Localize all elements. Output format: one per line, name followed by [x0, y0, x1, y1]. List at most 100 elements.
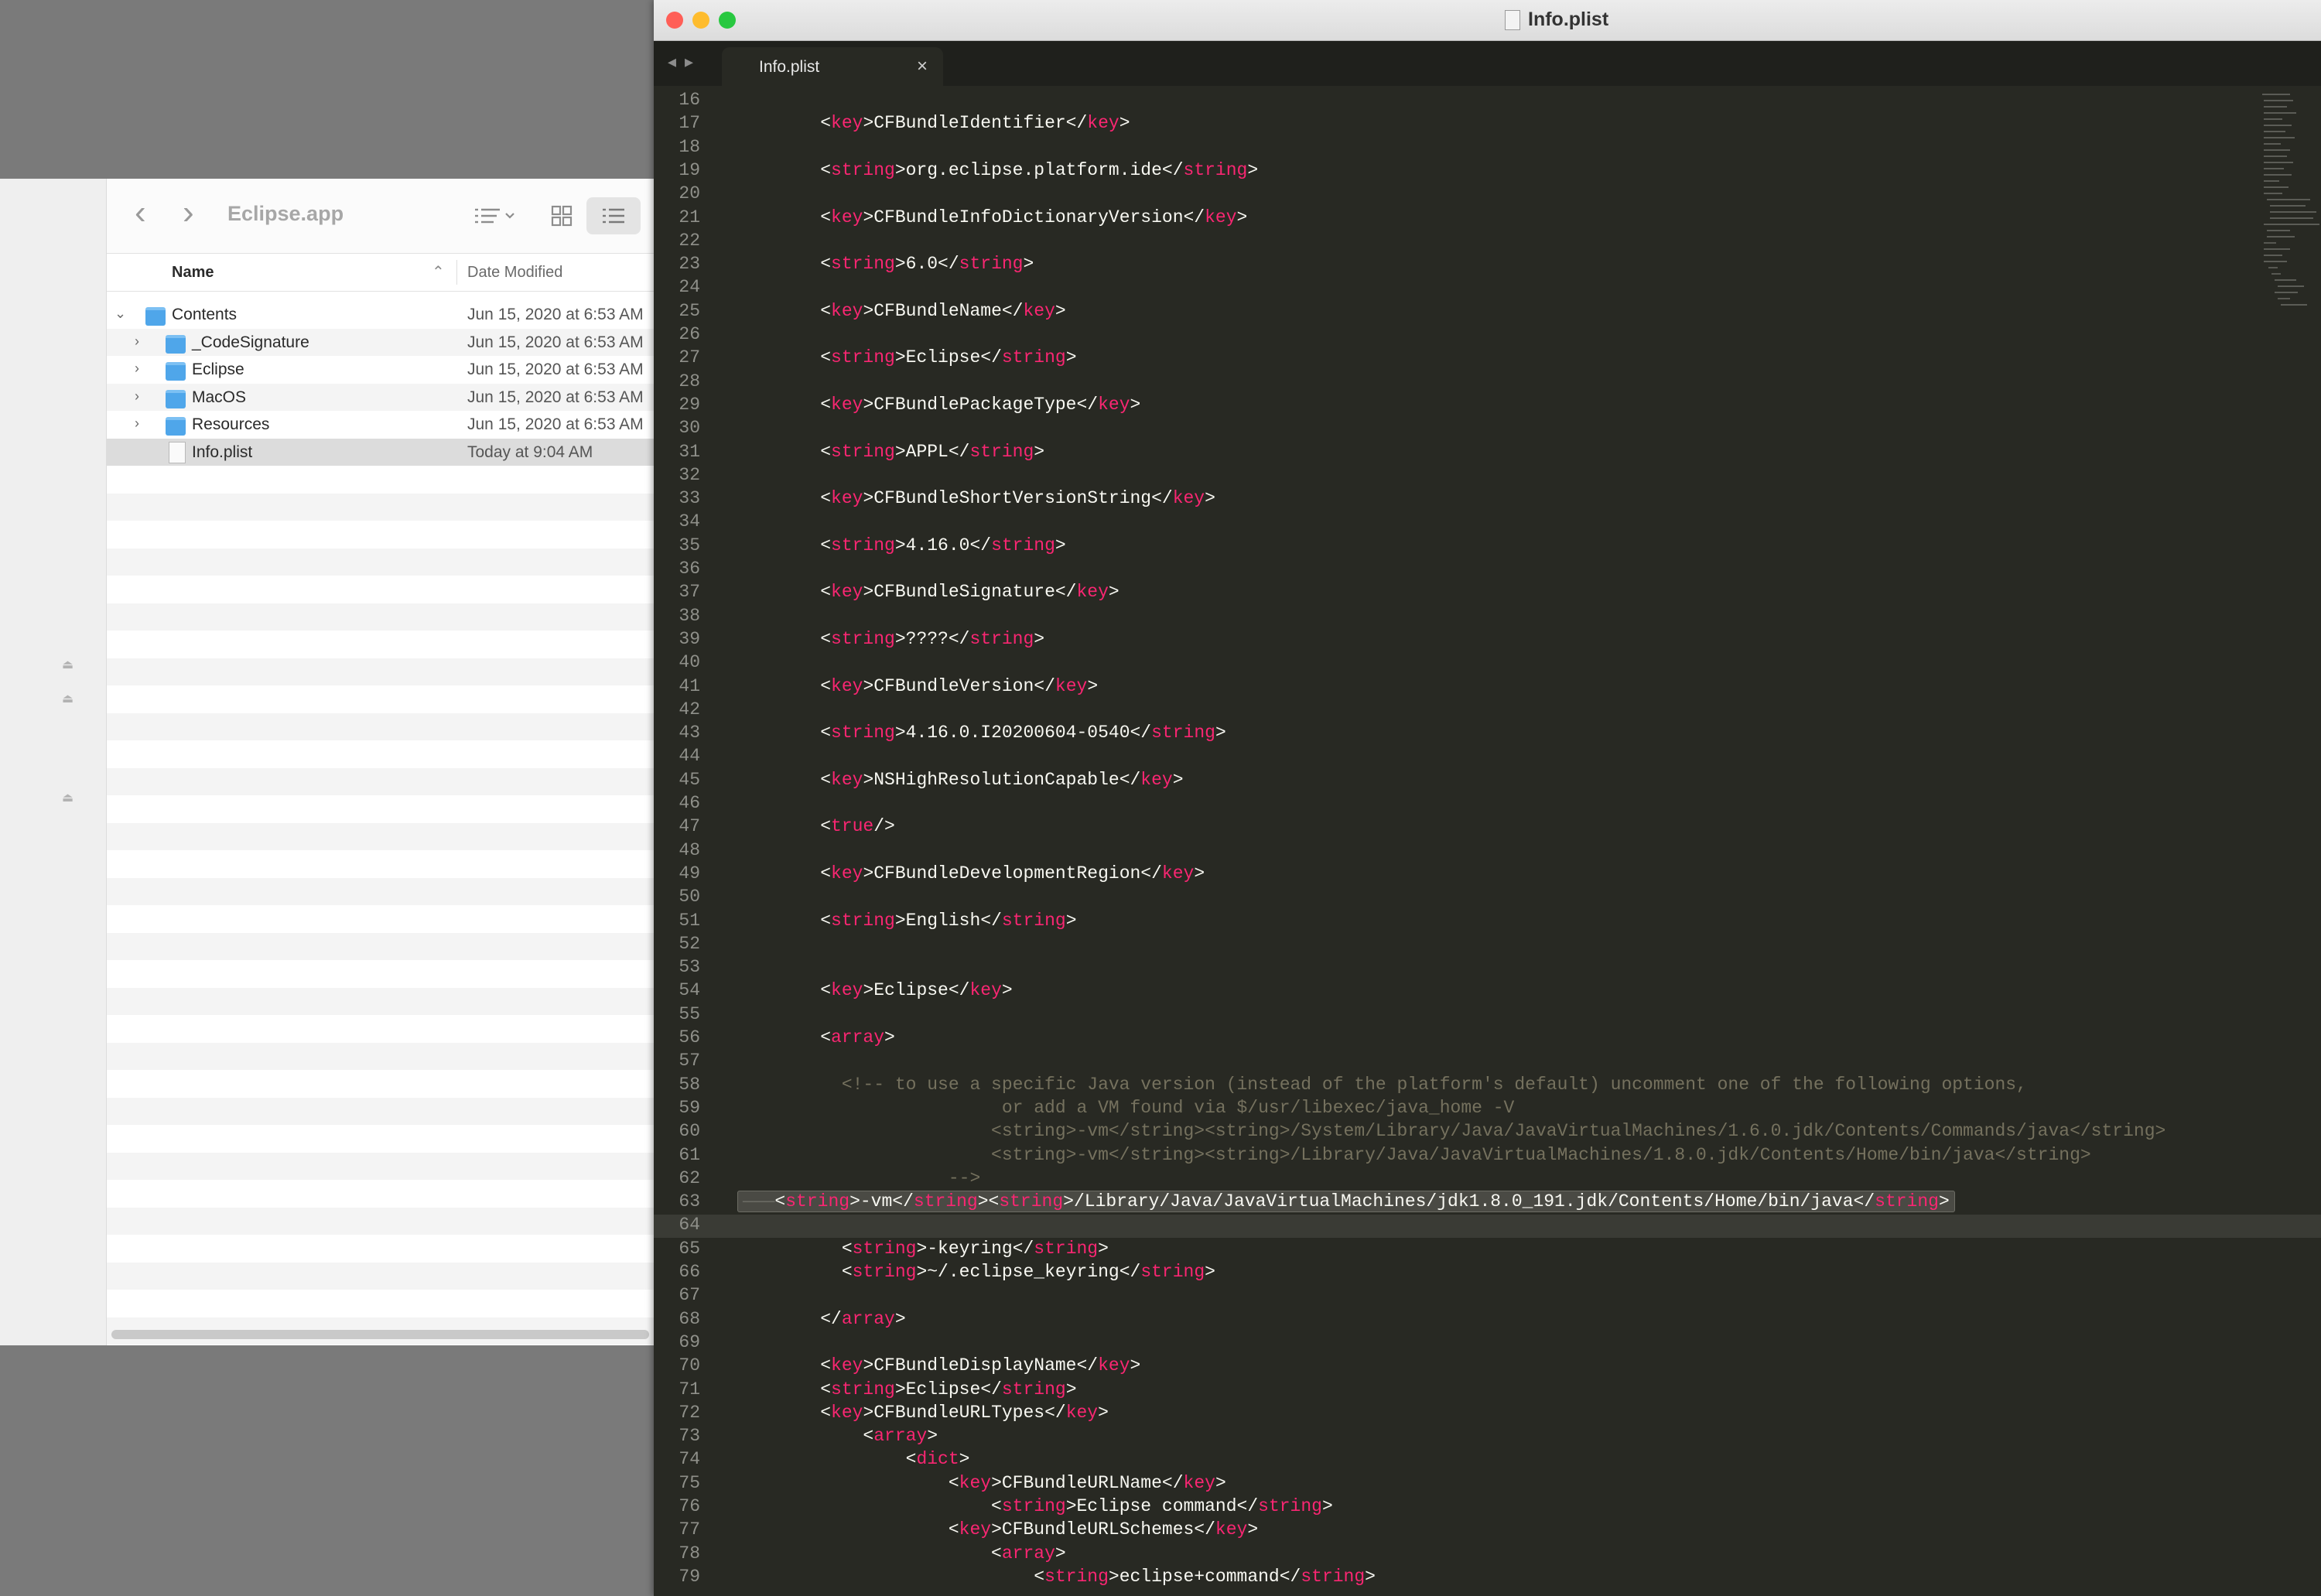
zoom-window-button[interactable]: [719, 12, 736, 29]
file-row[interactable]: › Eclipse Jun 15, 2020 at 6:53 AM: [107, 356, 654, 384]
code-text: <key>CFBundleInfoDictionaryVersion</key>: [778, 207, 1247, 227]
code-token: <: [778, 300, 832, 321]
xml-comment: <!-- to use a specific Java version (ins…: [778, 1074, 2027, 1095]
line-number: 32: [679, 464, 700, 485]
code-token: >????</: [894, 628, 970, 649]
empty-row: [107, 932, 654, 960]
code-text: <key>CFBundleVersion</key>: [778, 676, 1098, 696]
tab-info-plist[interactable]: Info.plist ×: [722, 47, 943, 86]
file-name: Eclipse: [192, 361, 244, 378]
code-line: 63 ———<string>-vm</string><string>/Librar…: [654, 1191, 2321, 1215]
code-token: <: [778, 254, 832, 275]
line-number: 19: [679, 159, 700, 180]
empty-row: [107, 795, 654, 823]
xml-tag-name: key: [1215, 1519, 1248, 1540]
code-text: <string>Eclipse</string>: [778, 1379, 1076, 1399]
code-token: <: [778, 675, 832, 696]
finder-window: ⏏ ⏏ ⏏ ‹ › Eclipse.app Name ⌃ Date Modifi…: [0, 179, 654, 1345]
column-name-header[interactable]: Name: [172, 264, 214, 282]
file-date: Today at 9:04 AM: [467, 443, 593, 461]
empty-row: [107, 1152, 654, 1180]
code-token: >CFBundleURLName</: [991, 1472, 1184, 1493]
code-token: <: [778, 1496, 1002, 1516]
line-number: 62: [679, 1167, 700, 1188]
forward-chevron-icon[interactable]: ›: [183, 196, 194, 230]
code-editor[interactable]: 16 17 <key>CFBundleIdentifier</key> 18 19 <…: [654, 90, 2321, 1596]
code-token: >CFBundleInfoDictionaryVersion</: [863, 207, 1205, 227]
code-line: 73 <array>: [654, 1426, 2321, 1449]
line-number: 16: [679, 90, 700, 110]
disclosure-expanded-icon[interactable]: ⌄: [115, 306, 126, 322]
code-token: <: [778, 628, 832, 649]
disclosure-collapsed-icon[interactable]: ›: [135, 333, 139, 350]
minimap[interactable]: [2259, 90, 2321, 353]
group-by-button[interactable]: [469, 197, 523, 234]
code-text: <string>4.16.0</string>: [778, 535, 1066, 555]
close-icon[interactable]: ×: [917, 56, 928, 77]
file-row[interactable]: › MacOS Jun 15, 2020 at 6:53 AM: [107, 383, 654, 411]
line-number: 37: [679, 582, 700, 603]
column-date-header[interactable]: Date Modified: [467, 264, 562, 282]
column-divider[interactable]: [456, 260, 457, 285]
line-number: 63: [679, 1191, 700, 1212]
code-line: 59 or add a VM found via $/usr/libexec/j…: [654, 1098, 2321, 1121]
horizontal-scrollbar[interactable]: [111, 1330, 649, 1339]
code-line: 74 <dict>: [654, 1449, 2321, 1472]
disclosure-collapsed-icon[interactable]: ›: [135, 361, 139, 377]
folder-icon: [166, 362, 186, 381]
disclosure-collapsed-icon[interactable]: ›: [135, 388, 139, 405]
disclosure-collapsed-icon[interactable]: ›: [135, 415, 139, 432]
line-number: 22: [679, 230, 700, 251]
code-line: 71 <string>Eclipse</string>: [654, 1379, 2321, 1403]
minimize-window-button[interactable]: [692, 12, 709, 29]
file-row[interactable]: › _CodeSignature Jun 15, 2020 at 6:53 AM: [107, 328, 654, 356]
xml-tag-name: key: [831, 582, 863, 603]
line-number: 53: [679, 957, 700, 978]
code-text: <array>: [778, 1027, 895, 1047]
code-text: <key>CFBundlePackageType</key>: [778, 395, 1140, 415]
tab-forward-icon[interactable]: ▸: [685, 52, 693, 72]
list-view-button[interactable]: [586, 197, 641, 234]
code-line: 36: [654, 559, 2321, 582]
line-number: 42: [679, 699, 700, 719]
code-line: 46: [654, 793, 2321, 816]
eject-icon[interactable]: ⏏: [62, 657, 73, 672]
line-number: 67: [679, 1285, 700, 1306]
code-line: 45 <key>NSHighResolutionCapable</key>: [654, 770, 2321, 793]
back-chevron-icon[interactable]: ‹: [135, 196, 146, 230]
file-row[interactable]: Info.plist Today at 9:04 AM: [107, 438, 654, 466]
tab-back-icon[interactable]: ◂: [668, 52, 676, 72]
xml-tag-name: string: [959, 254, 1024, 275]
file-row[interactable]: › Resources Jun 15, 2020 at 6:53 AM: [107, 411, 654, 439]
code-token: >CFBundleVersion</: [863, 675, 1055, 696]
xml-tag-name: key: [831, 394, 863, 415]
code-text: <string>~/.eclipse_keyring</string>: [778, 1262, 1215, 1282]
xml-tag-name: string: [852, 1238, 917, 1259]
line-number: 70: [679, 1355, 700, 1376]
xml-tag-name: key: [831, 863, 863, 883]
code-token: >eclipse+command</: [1108, 1566, 1301, 1587]
code-token: <: [778, 347, 832, 368]
empty-row: [107, 1070, 654, 1098]
code-text: <key>CFBundleSignature</key>: [778, 582, 1119, 602]
code-token: >NSHighResolutionCapable</: [863, 769, 1141, 790]
code-token: <: [778, 1426, 874, 1447]
close-window-button[interactable]: [666, 12, 683, 29]
sort-ascending-icon[interactable]: ⌃: [432, 262, 445, 282]
code-token: <: [778, 1519, 959, 1540]
code-token: >: [1055, 300, 1066, 321]
xml-tag-name: string: [1301, 1566, 1366, 1587]
eject-icon[interactable]: ⏏: [62, 691, 73, 706]
code-line: 37 <key>CFBundleSignature</key>: [654, 582, 2321, 605]
code-line: 48: [654, 840, 2321, 863]
code-token: >: [1938, 1191, 1950, 1212]
xml-tag-name: string: [1001, 347, 1066, 368]
xml-tag-name: string: [1140, 1262, 1205, 1282]
code-line: 44: [654, 746, 2321, 769]
xml-tag-name: string: [831, 347, 895, 368]
icon-view-button[interactable]: [543, 197, 580, 234]
file-date: Jun 15, 2020 at 6:53 AM: [467, 306, 644, 323]
file-row[interactable]: ⌄ Contents Jun 15, 2020 at 6:53 AM: [107, 301, 654, 329]
xml-tag-name: key: [831, 980, 863, 1001]
eject-icon[interactable]: ⏏: [62, 790, 73, 805]
